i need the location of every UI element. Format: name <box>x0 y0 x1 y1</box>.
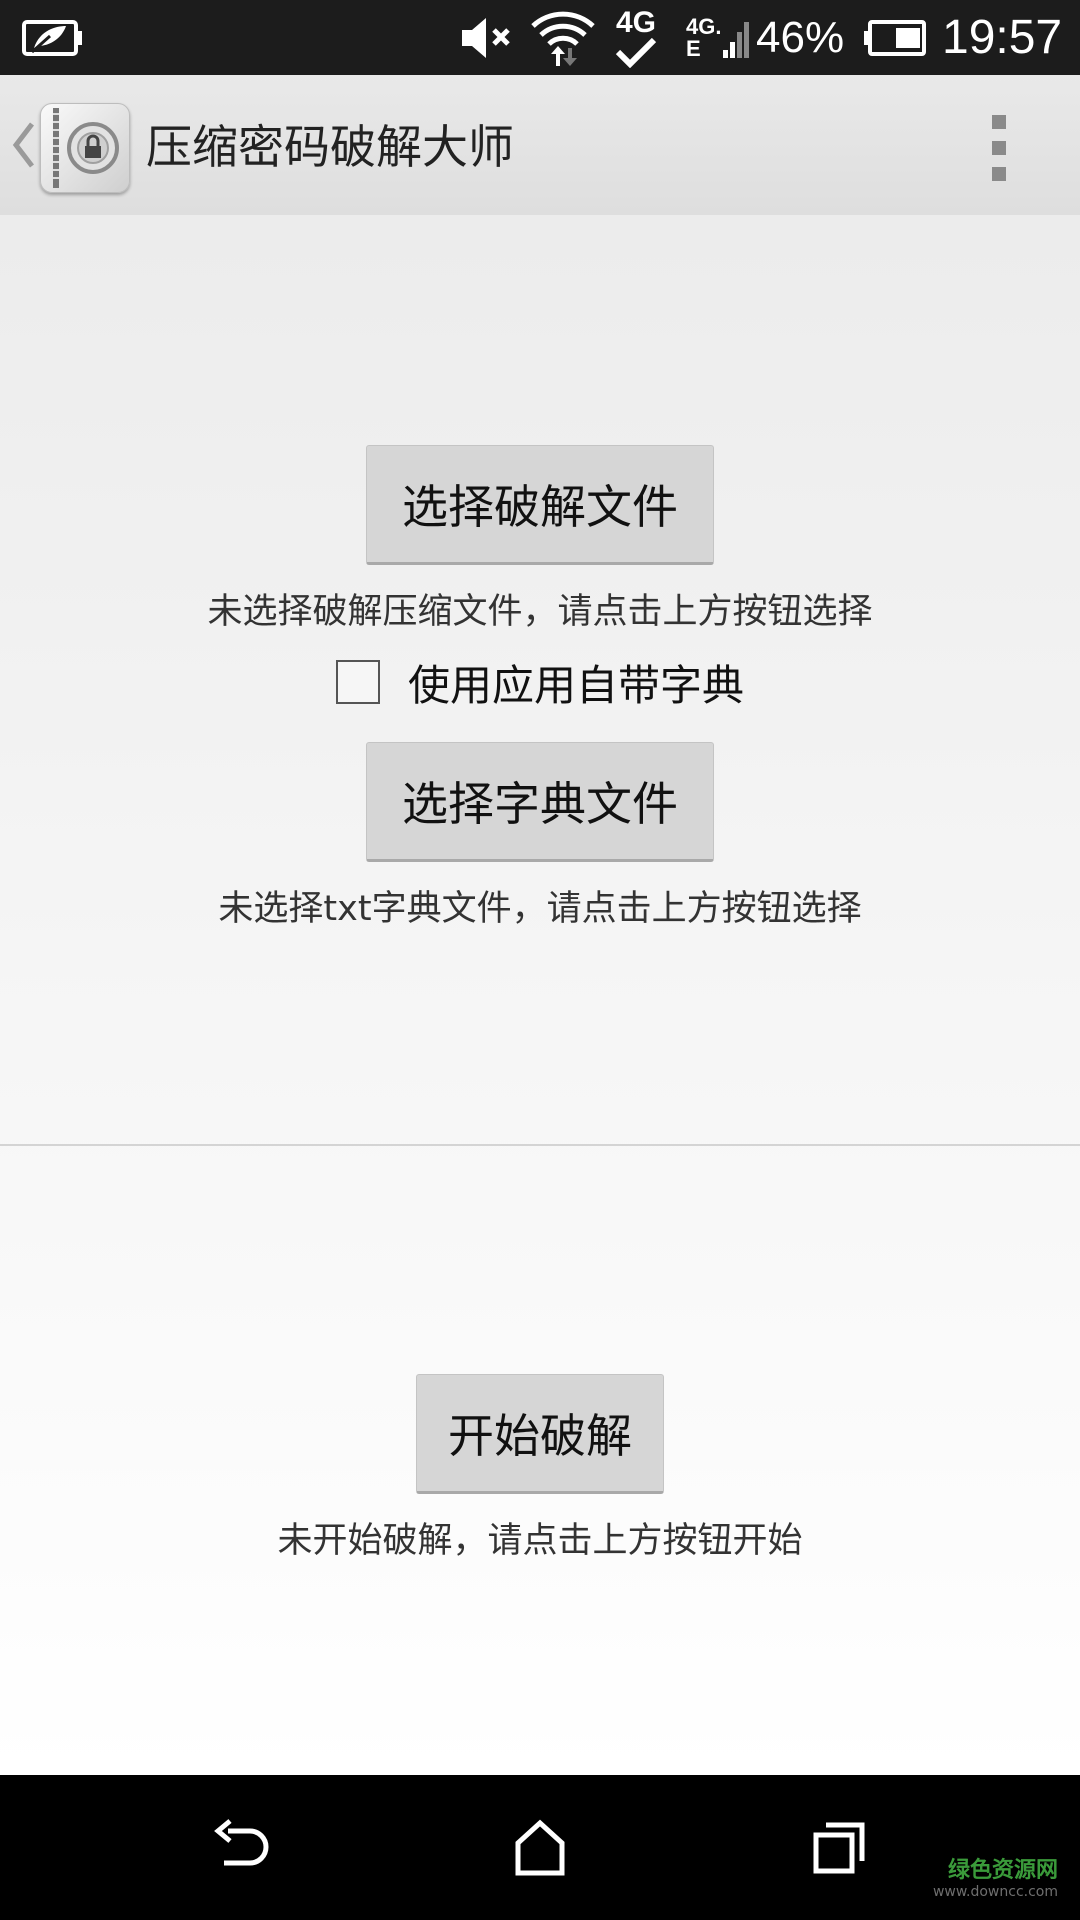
overflow-menu-icon[interactable] <box>984 115 1014 181</box>
watermark-title: 绿色资源网 <box>947 1858 1058 1883</box>
start-crack-button[interactable]: 开始破解 <box>416 1374 664 1494</box>
status-bar: 4G 4G. E 46% 19:57 <box>0 0 1080 75</box>
divider <box>0 1144 1080 1146</box>
home-icon[interactable] <box>510 1817 570 1877</box>
signal-icon: 4G. E <box>686 0 751 75</box>
select-file-hint: 未选择破解压缩文件，请点击上方按钮选择 <box>207 592 873 632</box>
battery-icon <box>860 0 928 75</box>
mute-icon <box>458 0 518 75</box>
builtin-dict-checkbox[interactable] <box>336 660 380 704</box>
nav-bar: 绿色资源网 www.downcc.com <box>0 1775 1080 1920</box>
back-icon[interactable] <box>210 1817 270 1877</box>
main-content: 选择破解文件 未选择破解压缩文件，请点击上方按钮选择 使用应用自带字典 选择字典… <box>0 215 1080 1775</box>
select-dict-hint: 未选择txt字典文件，请点击上方按钮选择 <box>218 889 862 929</box>
recents-icon[interactable] <box>810 1817 870 1877</box>
data-sync-icon: 4G <box>614 0 658 75</box>
signal-bottom-label: E <box>686 35 701 61</box>
battery-saver-icon <box>20 0 84 75</box>
watermark: 绿色资源网 www.downcc.com <box>933 1852 1058 1900</box>
app-icon[interactable] <box>40 103 130 193</box>
app-title: 压缩密码破解大师 <box>146 120 514 174</box>
network-type-label: 4G <box>615 5 657 39</box>
builtin-dict-label: 使用应用自带字典 <box>408 660 745 710</box>
start-crack-hint: 未开始破解，请点击上方按钮开始 <box>277 1521 803 1561</box>
select-file-button[interactable]: 选择破解文件 <box>366 445 714 565</box>
builtin-dict-option[interactable]: 使用应用自带字典 <box>336 657 744 710</box>
clock: 19:57 <box>942 11 1063 64</box>
battery-percent: 46% <box>756 12 845 62</box>
select-dict-button[interactable]: 选择字典文件 <box>366 742 714 862</box>
watermark-url: www.downcc.com <box>932 1884 1058 1900</box>
action-bar: 压缩密码破解大师 <box>0 75 1080 215</box>
signal-top-label: 4G. <box>686 13 722 39</box>
wifi-icon <box>530 0 596 75</box>
up-caret-icon[interactable] <box>10 120 36 174</box>
